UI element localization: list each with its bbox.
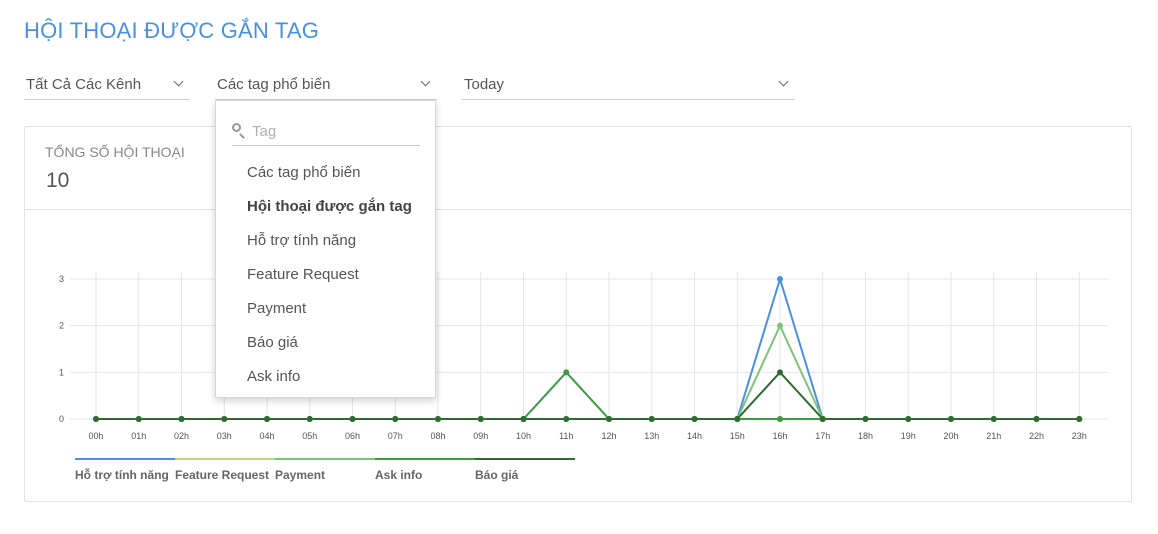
line-chart: 0 1 2 3 00h 01h 02h 03h 04h 05h 06h 07h 08h 09h 10h 11… xyxy=(59,272,1108,441)
data-point[interactable] xyxy=(1076,416,1083,422)
legend-item[interactable]: Ask info xyxy=(375,458,475,484)
legend-swatch xyxy=(475,458,575,460)
tag-option-list: Các tag phổ biến Hội thoại được gắn tag Hỗ… xyxy=(216,156,435,394)
data-point[interactable] xyxy=(862,416,869,422)
x-tick-label: 02h xyxy=(174,431,189,441)
x-tick-label: 21h xyxy=(986,431,1001,441)
data-point[interactable] xyxy=(948,416,954,422)
data-point[interactable] xyxy=(221,416,228,422)
legend-item[interactable]: Payment xyxy=(275,458,375,484)
x-tick-label: 04h xyxy=(259,431,274,441)
data-point[interactable] xyxy=(563,416,570,422)
x-tick-label: 20h xyxy=(943,431,958,441)
x-tick-label: 16h xyxy=(772,431,787,441)
tag-option[interactable]: Feature Request xyxy=(216,258,435,292)
data-point[interactable] xyxy=(1033,416,1040,422)
data-point[interactable] xyxy=(819,416,826,422)
x-tick-label: 01h xyxy=(131,431,146,441)
legend-item[interactable]: Feature Request xyxy=(175,458,275,484)
legend-swatch xyxy=(175,458,275,460)
data-point[interactable] xyxy=(734,416,741,422)
x-tick-label: 09h xyxy=(473,431,488,441)
x-tick-label: 08h xyxy=(430,431,445,441)
y-tick-label: 2 xyxy=(59,321,64,331)
x-tick-label: 19h xyxy=(901,431,916,441)
data-point[interactable] xyxy=(349,416,356,422)
legend-item[interactable]: Báo giá xyxy=(475,458,575,484)
x-tick-label: 11h xyxy=(559,431,573,441)
x-tick-label: 18h xyxy=(858,431,873,441)
data-point[interactable] xyxy=(905,416,912,422)
legend-label: Feature Request xyxy=(175,468,270,482)
data-point[interactable] xyxy=(178,416,185,422)
data-point[interactable] xyxy=(648,416,655,422)
data-point[interactable] xyxy=(435,416,441,422)
y-tick-label: 1 xyxy=(59,367,64,377)
data-point[interactable] xyxy=(264,416,270,422)
legend-label: Báo giá xyxy=(475,468,519,482)
x-tick-label: 15h xyxy=(730,431,745,441)
x-tick-label: 17h xyxy=(815,431,830,441)
data-point[interactable] xyxy=(990,416,997,422)
x-tick-label: 05h xyxy=(302,431,317,441)
tag-option[interactable]: Hỗ trợ tính năng xyxy=(216,224,435,258)
data-point[interactable] xyxy=(777,276,783,282)
data-point[interactable] xyxy=(93,416,99,422)
data-point[interactable] xyxy=(777,416,783,422)
tag-option[interactable]: Ask info xyxy=(216,360,435,394)
legend-swatch xyxy=(275,458,375,460)
x-axis-ticks: 00h 01h 02h 03h 04h 05h 06h 07h 08h 09h 10h 11h 12h 1… xyxy=(88,431,1086,441)
tag-search-input[interactable] xyxy=(250,119,419,143)
y-tick-label: 0 xyxy=(59,414,64,424)
legend-label: Ask info xyxy=(375,468,423,482)
data-point[interactable] xyxy=(306,416,313,422)
data-point[interactable] xyxy=(691,416,698,422)
y-tick-label: 3 xyxy=(59,274,64,284)
tag-dropdown-menu: Các tag phổ biếnHội thoại được gắn tagHỗ… xyxy=(215,100,436,398)
data-point[interactable] xyxy=(520,416,527,422)
x-tick-label: 00h xyxy=(88,431,103,441)
x-tick-label: 07h xyxy=(388,431,403,441)
x-tick-label: 06h xyxy=(345,431,360,441)
data-point[interactable] xyxy=(777,369,783,376)
legend-label: Hỗ trợ tính năng xyxy=(75,468,169,482)
data-point[interactable] xyxy=(392,416,399,422)
legend-label: Payment xyxy=(275,468,326,482)
tag-option[interactable]: Báo giá xyxy=(216,326,435,360)
legend-swatch xyxy=(375,458,475,460)
x-tick-label: 12h xyxy=(601,431,616,441)
tag-option[interactable]: Payment xyxy=(216,292,435,326)
tag-option[interactable]: Hội thoại được gắn tag xyxy=(216,190,435,224)
tag-option[interactable]: Các tag phổ biến xyxy=(216,156,435,190)
data-point[interactable] xyxy=(777,322,783,329)
legend-item[interactable]: Hỗ trợ tính năng xyxy=(75,458,175,484)
data-point[interactable] xyxy=(477,416,484,422)
x-tick-label: 13h xyxy=(644,431,659,441)
legend-swatch xyxy=(75,458,175,460)
x-tick-label: 22h xyxy=(1029,431,1044,441)
y-axis-ticks: 0 1 2 3 xyxy=(59,274,64,424)
tag-search xyxy=(232,117,420,146)
x-tick-label: 10h xyxy=(516,431,531,441)
data-point[interactable] xyxy=(135,416,142,422)
data-point[interactable] xyxy=(563,369,570,376)
data-point[interactable] xyxy=(606,416,612,422)
search-icon xyxy=(232,123,241,132)
x-tick-label: 14h xyxy=(687,431,702,441)
x-tick-label: 03h xyxy=(217,431,232,441)
x-tick-label: 23h xyxy=(1072,431,1087,441)
